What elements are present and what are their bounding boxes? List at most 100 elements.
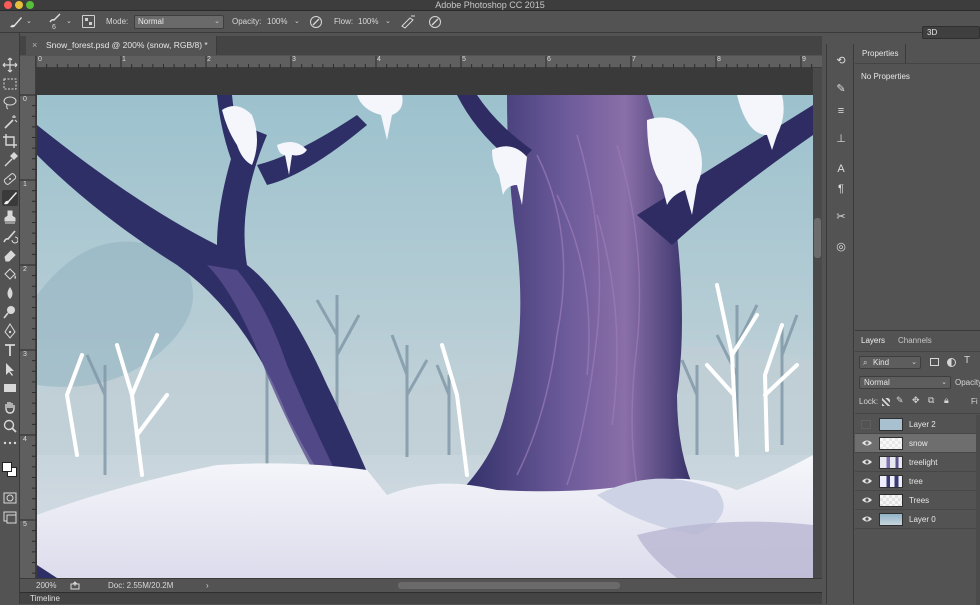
lock-artboard-icon[interactable]: ⧉ [928,395,934,406]
crop-icon[interactable] [2,133,18,149]
eye-icon[interactable] [862,496,872,504]
vertical-ruler[interactable]: 0 1 2 3 4 5 [20,56,36,578]
brush-preset-icon[interactable]: ✎ [832,80,850,98]
horizontal-scroll-thumb[interactable] [398,582,620,589]
move-icon[interactable] [2,57,18,73]
eye-icon[interactable] [862,458,872,466]
eye-icon[interactable] [862,477,872,485]
layer-row[interactable]: Layer 2 [855,415,980,434]
layer-name[interactable]: tree [909,472,923,491]
marquee-icon[interactable] [2,76,18,92]
layer-name[interactable]: Layer 2 [909,415,936,434]
layer-thumbnail [879,475,903,488]
ruler-mark: 6 [547,56,551,63]
eye-icon[interactable] [862,515,872,523]
opacity-label: Opacity: [232,17,262,26]
lasso-icon[interactable] [2,95,18,111]
path-selection-icon[interactable] [2,361,18,377]
airbrush-icon[interactable] [400,15,416,29]
layer-name[interactable]: Layer 0 [909,510,936,529]
history-icon[interactable]: ⟲ [832,52,850,70]
lock-all-icon[interactable]: 🔒︎ [944,395,949,406]
healing-brush-icon[interactable] [2,171,18,187]
blend-mode-select[interactable]: Normal ⌄ [859,376,951,389]
quick-mask-icon[interactable] [2,490,18,506]
foreground-color-swatch[interactable] [2,462,12,472]
filter-type-icon[interactable]: T [964,355,970,366]
tab-channels[interactable]: Channels [898,331,932,351]
close-icon[interactable]: × [32,36,37,55]
visibility-toggle[interactable] [861,420,871,429]
layers-panel-scrollbar[interactable] [976,415,980,605]
layer-name[interactable]: Trees [909,491,929,510]
rectangle-icon[interactable] [2,380,18,396]
layer-row-selected[interactable]: snow [855,434,980,453]
layer-name[interactable]: snow [909,434,928,453]
layer-filter-select[interactable]: ⌕ Kind ⌄ [859,356,921,369]
timeline-panel-header[interactable]: Timeline [20,592,822,604]
document-canvas[interactable] [37,95,813,578]
history-brush-icon[interactable] [2,228,19,244]
layer-name[interactable]: treelight [909,453,937,472]
layer-row[interactable]: tree [855,472,980,491]
eye-icon[interactable] [862,439,872,447]
brush-panel-toggle-icon[interactable] [82,15,95,28]
hand-icon[interactable] [2,399,18,415]
title-bar: Adobe Photoshop CC 2015 [0,0,980,11]
flow-slider-caret[interactable]: ⌄ [385,11,391,33]
brush-icon[interactable] [2,190,18,206]
ruler-mark: 3 [23,351,27,358]
dodge-icon[interactable] [2,304,18,320]
flow-value[interactable]: 100% [358,11,378,33]
layer-row[interactable]: treelight [855,453,980,472]
tab-layers[interactable]: Layers [861,331,885,351]
layer-thumbnail [879,494,903,507]
eraser-icon[interactable] [2,247,18,263]
clone-source-icon[interactable]: ⊥ [832,130,850,148]
ruler-mark: 5 [462,56,466,63]
vertical-scrollbar[interactable] [813,68,822,578]
zoom-icon[interactable] [2,418,18,434]
lock-image-icon[interactable]: ✎ [896,395,904,406]
status-bar: 200% Doc: 2.55M/20.2M › [20,578,822,592]
magic-wand-icon[interactable] [2,114,18,130]
zoom-level[interactable]: 200% [36,579,56,592]
filter-pixel-icon[interactable] [930,358,939,366]
pressure-opacity-icon[interactable] [309,15,323,29]
libraries-icon[interactable]: ◎ [832,238,850,256]
status-menu-arrow[interactable]: › [206,579,209,592]
opacity-slider-caret[interactable]: ⌄ [294,11,300,33]
layer-thumbnail [879,437,903,450]
ruler-mark: 0 [23,96,27,103]
tool-presets-icon[interactable]: ✂ [832,208,850,226]
adjustments-icon[interactable]: ≡ [832,102,850,120]
paragraph-icon[interactable]: ¶ [832,180,850,198]
blur-icon[interactable] [2,285,18,301]
pen-icon[interactable] [2,323,18,339]
workspace-select[interactable]: 3D [922,26,980,39]
opacity-value[interactable]: 100% [267,11,287,33]
pressure-size-icon[interactable] [428,15,442,29]
mode-select[interactable]: Normal ⌄ [134,15,224,29]
character-icon[interactable]: A [832,160,850,178]
eyedropper-icon[interactable] [2,152,18,168]
lock-transparent-icon[interactable] [882,398,890,406]
filter-adjustment-icon[interactable] [947,358,956,367]
layer-row[interactable]: Trees [855,491,980,510]
tab-properties[interactable]: Properties [855,44,907,63]
more-tools-icon[interactable] [2,435,18,445]
layer-filter-value: Kind [873,358,890,367]
horizontal-ruler[interactable]: 0 1 2 3 4 5 6 7 8 9 [36,56,822,68]
paint-bucket-icon[interactable] [2,266,18,282]
brush-preset-picker[interactable]: 6 [46,13,64,31]
brush-picker-caret[interactable]: ⌄ [66,11,72,33]
lock-position-icon[interactable]: ✥ [912,395,920,406]
brush-tool-icon[interactable] [8,15,24,29]
tool-preset-caret[interactable]: ⌄ [26,11,32,33]
layer-row[interactable]: Layer 0 [855,510,980,529]
type-icon[interactable] [2,342,18,358]
screen-mode-icon[interactable] [2,509,18,525]
document-tab[interactable]: × Snow_forest.psd @ 200% (snow, RGB/8) * [26,36,217,55]
clone-stamp-icon[interactable] [2,209,18,225]
vertical-scroll-thumb[interactable] [814,218,821,258]
